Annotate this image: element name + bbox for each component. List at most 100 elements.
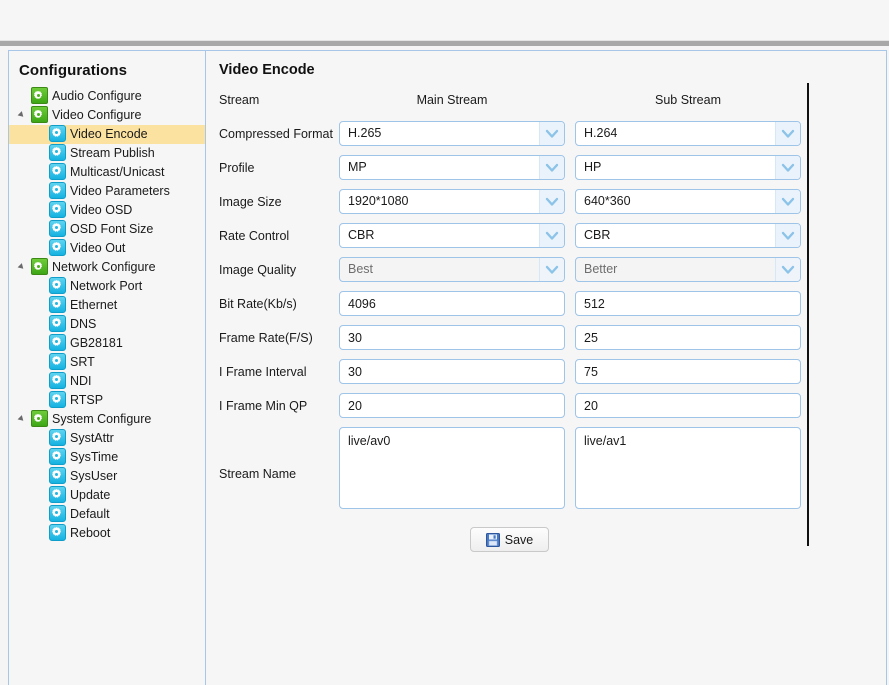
select-value: CBR (584, 228, 611, 242)
sidebar-item-label: SysTime (70, 450, 119, 465)
expand-collapse-arrow-icon[interactable] (17, 111, 26, 119)
image-size-main-select[interactable]: 1920*1080 (339, 189, 565, 214)
sidebar-item-rtsp[interactable]: RTSP (9, 391, 205, 410)
i-frame-interval-sub-input[interactable] (575, 359, 801, 384)
frame-rate-f-s-label: Frame Rate(F/S) (219, 331, 313, 345)
compressed-format-sub-select[interactable]: H.264 (575, 121, 801, 146)
chevron-down-icon[interactable] (539, 224, 564, 247)
gear-blue-icon (49, 315, 66, 332)
bit-rate-kb-s-sub-input[interactable] (575, 291, 801, 316)
sidebar-item-label: SysUser (70, 469, 118, 484)
sidebar-item-video-out[interactable]: Video Out (9, 239, 205, 258)
sidebar-item-label: System Configure (52, 412, 152, 427)
sidebar-item-label: Network Configure (52, 260, 156, 275)
gear-blue-icon (49, 239, 66, 256)
sidebar-item-audio-configure[interactable]: Audio Configure (9, 87, 205, 106)
select-box: Better (575, 257, 801, 282)
gear-green-icon (31, 87, 48, 104)
row-i-frame-min-qp: I Frame Min QP (207, 391, 886, 425)
sidebar-item-update[interactable]: Update (9, 486, 205, 505)
profile-sub-select[interactable]: HP (575, 155, 801, 180)
select-value: CBR (348, 228, 375, 242)
gear-blue-icon (49, 486, 66, 503)
rate-control-sub-select[interactable]: CBR (575, 223, 801, 248)
chevron-down-icon[interactable] (775, 190, 800, 213)
select-box: CBR (339, 223, 565, 248)
chevron-down-icon[interactable] (775, 122, 800, 145)
sidebar-item-ethernet[interactable]: Ethernet (9, 296, 205, 315)
sidebar-item-video-configure[interactable]: Video Configure (9, 106, 205, 125)
sidebar-item-label: GB28181 (70, 336, 123, 351)
select-value: Better (584, 262, 618, 276)
compressed-format-main-select[interactable]: H.265 (339, 121, 565, 146)
sidebar-item-multicast-unicast[interactable]: Multicast/Unicast (9, 163, 205, 182)
select-box: H.265 (339, 121, 565, 146)
stream-row-label: Stream (219, 93, 260, 107)
main-stream-header: Main Stream (416, 93, 488, 107)
chevron-down-icon (775, 258, 800, 281)
chevron-down-icon[interactable] (539, 156, 564, 179)
sidebar-item-label: SystAttr (70, 431, 114, 446)
chevron-down-icon[interactable] (539, 190, 564, 213)
sidebar-item-label: Ethernet (70, 298, 118, 313)
expand-collapse-arrow-icon[interactable] (17, 415, 26, 423)
chevron-down-icon[interactable] (539, 122, 564, 145)
gear-blue-icon (49, 182, 66, 199)
sidebar-item-video-encode[interactable]: Video Encode (9, 125, 205, 144)
row-image-quality: Image Quality Best Better (207, 255, 886, 289)
chevron-down-icon[interactable] (775, 156, 800, 179)
field-rows: Compressed Format H.265 H.264 Profile MP HP Im… (207, 119, 886, 425)
gear-blue-icon (49, 296, 66, 313)
sidebar-item-network-port[interactable]: Network Port (9, 277, 205, 296)
sidebar-item-system-configure[interactable]: System Configure (9, 410, 205, 429)
select-value: H.265 (348, 126, 382, 140)
i-frame-min-qp-sub-input[interactable] (575, 393, 801, 418)
configuration-tree: Audio Configure Video Configure Video Enco… (9, 87, 205, 543)
bit-rate-kb-s-main-input[interactable] (339, 291, 565, 316)
frame-rate-f-s-main-input[interactable] (339, 325, 565, 350)
i-frame-interval-main-input[interactable] (339, 359, 565, 384)
sidebar-item-reboot[interactable]: Reboot (9, 524, 205, 543)
profile-main-select[interactable]: MP (339, 155, 565, 180)
stream-name-sub-input[interactable] (575, 427, 801, 509)
sidebar-item-osd-font-size[interactable]: OSD Font Size (9, 220, 205, 239)
sidebar-item-label: Multicast/Unicast (70, 165, 165, 180)
sidebar-item-label: Video Out (70, 241, 126, 256)
rate-control-main-select[interactable]: CBR (339, 223, 565, 248)
gear-blue-icon (49, 505, 66, 522)
sidebar-item-default[interactable]: Default (9, 505, 205, 524)
gear-blue-icon (49, 353, 66, 370)
select-box: 1920*1080 (339, 189, 565, 214)
sidebar-item-video-osd[interactable]: Video OSD (9, 201, 205, 220)
sidebar-item-gb28181[interactable]: GB28181 (9, 334, 205, 353)
sidebar-item-label: SRT (70, 355, 95, 370)
bit-rate-kb-s-label: Bit Rate(Kb/s) (219, 297, 297, 311)
sidebar-item-sysuser[interactable]: SysUser (9, 467, 205, 486)
sidebar-item-srt[interactable]: SRT (9, 353, 205, 372)
sidebar-item-label: DNS (70, 317, 97, 332)
image-size-sub-select[interactable]: 640*360 (575, 189, 801, 214)
sidebar-item-ndi[interactable]: NDI (9, 372, 205, 391)
gear-green-icon (31, 106, 48, 123)
frame-rate-f-s-sub-input[interactable] (575, 325, 801, 350)
save-button[interactable]: Save (470, 527, 549, 552)
sidebar-item-label: Update (70, 488, 111, 503)
row-rate-control: Rate Control CBR CBR (207, 221, 886, 255)
sidebar-item-dns[interactable]: DNS (9, 315, 205, 334)
sidebar-item-systattr[interactable]: SystAttr (9, 429, 205, 448)
row-compressed-format: Compressed Format H.265 H.264 (207, 119, 886, 153)
chevron-down-icon[interactable] (775, 224, 800, 247)
i-frame-min-qp-main-input[interactable] (339, 393, 565, 418)
sub-stream-header: Sub Stream (654, 93, 721, 107)
gear-blue-icon (49, 144, 66, 161)
select-box: HP (575, 155, 801, 180)
stream-name-label: Stream Name (219, 467, 297, 481)
expand-collapse-arrow-icon[interactable] (17, 263, 26, 271)
sidebar-item-stream-publish[interactable]: Stream Publish (9, 144, 205, 163)
sidebar-item-network-configure[interactable]: Network Configure (9, 258, 205, 277)
gear-blue-icon (49, 125, 66, 142)
stream-name-main-input[interactable] (339, 427, 565, 509)
sidebar-item-systime[interactable]: SysTime (9, 448, 205, 467)
sidebar-item-video-parameters[interactable]: Video Parameters (9, 182, 205, 201)
sidebar-item-label: Audio Configure (52, 89, 142, 104)
